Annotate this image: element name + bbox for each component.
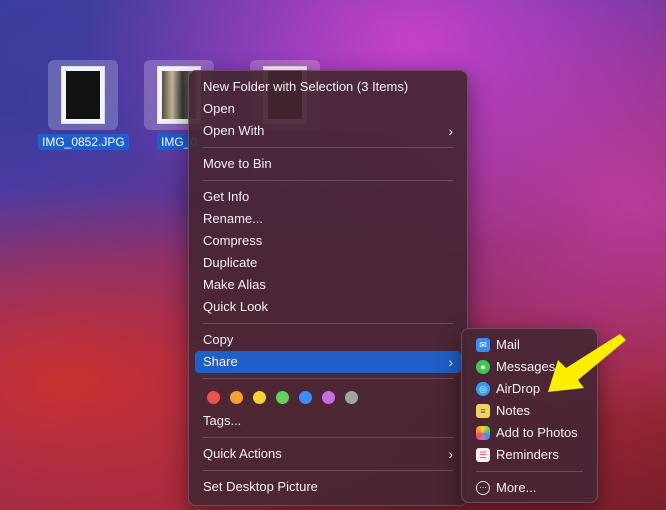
notes-icon: ≡ <box>476 404 490 418</box>
menu-separator <box>203 437 453 438</box>
menu-separator <box>203 147 453 148</box>
tag-orange[interactable] <box>230 390 243 404</box>
messages-icon: ● <box>476 360 490 374</box>
menu-item-new-folder[interactable]: New Folder with Selection (3 Items) <box>195 76 461 98</box>
airdrop-icon: ◎ <box>476 382 490 396</box>
menu-item-label: Quick Actions <box>203 446 282 461</box>
menu-separator <box>203 470 453 471</box>
annotation-arrow-shape <box>548 334 626 392</box>
tag-red[interactable] <box>207 390 220 404</box>
share-item-label: Notes <box>496 403 530 418</box>
tag-color-row <box>195 384 461 410</box>
chevron-right-icon: › <box>448 354 453 370</box>
file-name-label: IMG_0852.JPG <box>38 134 129 150</box>
menu-item-tags[interactable]: Tags... <box>195 410 461 432</box>
menu-item-get-info[interactable]: Get Info <box>195 186 461 208</box>
menu-item-quick-look[interactable]: Quick Look <box>195 296 461 318</box>
menu-item-copy[interactable]: Copy <box>195 329 461 351</box>
chevron-right-icon: › <box>448 446 453 462</box>
tag-green[interactable] <box>276 390 289 404</box>
share-item-label: More... <box>496 480 537 495</box>
photos-icon <box>476 426 490 440</box>
more-icon: ⋯ <box>476 481 490 495</box>
share-item-label: Messages <box>496 359 556 374</box>
context-menu: New Folder with Selection (3 Items) Open… <box>188 70 468 506</box>
reminders-icon: ☰ <box>476 448 490 462</box>
menu-separator <box>203 378 453 379</box>
share-add-to-photos[interactable]: Add to Photos <box>468 422 591 444</box>
share-item-label: Add to Photos <box>496 425 578 440</box>
menu-item-label: Open With <box>203 123 265 138</box>
share-item-label: Mail <box>496 337 520 352</box>
menu-item-move-to-bin[interactable]: Move to Bin <box>195 153 461 175</box>
share-item-label: Reminders <box>496 447 559 462</box>
tag-blue[interactable] <box>299 390 312 404</box>
menu-item-label: Share <box>203 354 238 369</box>
tag-yellow[interactable] <box>253 390 266 404</box>
share-reminders[interactable]: ☰ Reminders <box>468 444 591 466</box>
menu-separator <box>476 471 583 472</box>
tag-gray[interactable] <box>345 390 358 404</box>
menu-item-open[interactable]: Open <box>195 98 461 120</box>
annotation-arrow-icon <box>548 334 626 392</box>
menu-item-open-with[interactable]: Open With › <box>195 120 461 142</box>
tag-purple[interactable] <box>322 390 335 404</box>
share-item-label: AirDrop <box>496 381 541 396</box>
file-thumbnail <box>48 60 119 130</box>
menu-item-duplicate[interactable]: Duplicate <box>195 252 461 274</box>
menu-item-quick-actions[interactable]: Quick Actions › <box>195 443 461 465</box>
menu-item-share[interactable]: Share › <box>195 351 461 373</box>
share-notes[interactable]: ≡ Notes <box>468 400 591 422</box>
menu-item-compress[interactable]: Compress <box>195 230 461 252</box>
menu-item-set-desktop-picture[interactable]: Set Desktop Picture <box>195 476 461 498</box>
menu-separator <box>203 180 453 181</box>
desktop-file-1[interactable]: IMG_0852.JPG <box>38 60 129 150</box>
chevron-right-icon: › <box>448 123 453 139</box>
mail-icon: ✉ <box>476 338 490 352</box>
menu-item-rename[interactable]: Rename... <box>195 208 461 230</box>
share-more[interactable]: ⋯ More... <box>468 477 591 499</box>
menu-item-make-alias[interactable]: Make Alias <box>195 274 461 296</box>
menu-separator <box>203 323 453 324</box>
